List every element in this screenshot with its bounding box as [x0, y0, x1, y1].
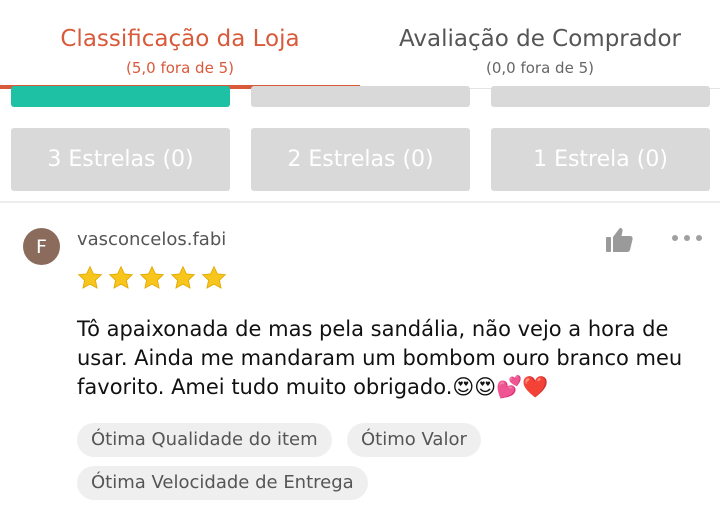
avatar[interactable]: F: [23, 228, 60, 265]
review-tag-value: Ótimo Valor: [347, 423, 481, 457]
filter-two-stars-label: 2 Estrelas (0): [287, 147, 434, 172]
filter-three-stars-label: 3 Estrelas (0): [47, 147, 194, 172]
star-icon: [139, 265, 165, 289]
review-tag-quality: Ótima Qualidade do item: [77, 423, 332, 457]
star-icon: [108, 265, 134, 289]
star-icon: [201, 265, 227, 289]
reviewer-username: vasconcelos.fabi: [77, 229, 227, 250]
tab-store-rating-score: (5,0 fora de 5): [126, 59, 234, 77]
filter-with-comments[interactable]: [491, 86, 710, 107]
avatar-initial: F: [36, 235, 47, 258]
tab-buyer-rating[interactable]: Avaliação de Comprador (0,0 fora de 5): [360, 0, 720, 88]
filter-three-stars[interactable]: 3 Estrelas (0): [11, 128, 230, 191]
more-options-icon[interactable]: [670, 228, 704, 248]
thumbs-up-icon[interactable]: [604, 226, 634, 254]
filter-one-star[interactable]: 1 Estrela (0): [491, 128, 710, 191]
filter-one-star-label: 1 Estrela (0): [533, 147, 668, 172]
tab-buyer-rating-title: Avaliação de Comprador: [399, 26, 681, 52]
filter-five-stars[interactable]: [11, 86, 230, 107]
star-icon: [170, 265, 196, 289]
filter-two-stars[interactable]: 2 Estrelas (0): [251, 128, 470, 191]
tab-store-rating-title: Classificação da Loja: [60, 26, 300, 52]
rating-tabs: Classificação da Loja (5,0 fora de 5) Av…: [0, 0, 720, 89]
review-comment: Tô apaixonada de mas pela sandália, não …: [77, 317, 683, 399]
review-tag-delivery: Ótima Velocidade de Entrega: [77, 466, 368, 500]
tab-buyer-rating-score: (0,0 fora de 5): [486, 59, 594, 77]
tab-store-rating[interactable]: Classificação da Loja (5,0 fora de 5): [0, 0, 360, 89]
filter-four-stars[interactable]: [251, 86, 470, 107]
star-icon: [77, 265, 103, 289]
star-rating: [77, 265, 232, 291]
section-divider: [0, 201, 720, 203]
